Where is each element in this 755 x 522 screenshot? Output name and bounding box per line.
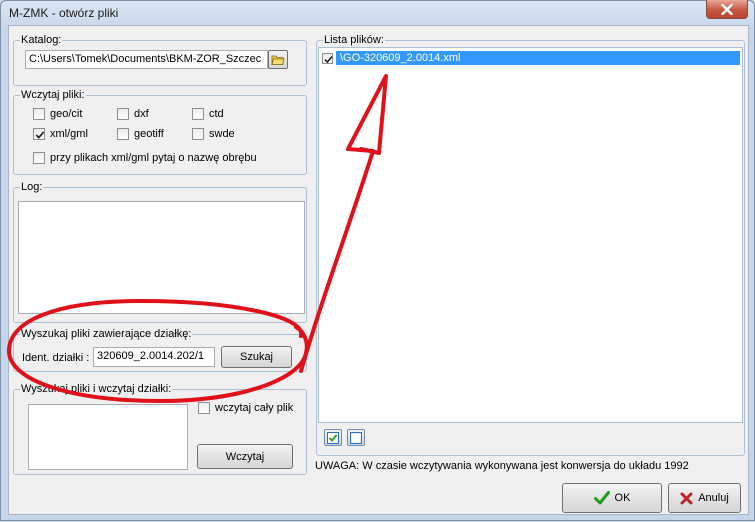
load-option[interactable]: geo/cit: [33, 108, 82, 120]
load-parcels-legend: Wyszukaj pliki i wczytaj działki:: [21, 383, 172, 395]
checkmark-icon: [324, 55, 333, 63]
catalog-path-field[interactable]: C:\Users\Tomek\Documents\BKM-ZOR_Szczec: [25, 50, 268, 69]
load-option-label: swde: [209, 128, 235, 140]
file-item-checkbox[interactable]: [322, 52, 333, 64]
load-files-legend: Wczytaj pliki:: [21, 89, 85, 101]
load-option[interactable]: swde: [192, 128, 235, 140]
load-option[interactable]: dxf: [117, 108, 149, 120]
load-option-label: ctd: [209, 108, 224, 120]
check-all-icon: [327, 431, 339, 444]
load-parcels-button-label: Wczytaj: [225, 450, 265, 463]
log-textarea[interactable]: [18, 201, 305, 314]
catalog-legend: Katalog:: [21, 34, 62, 46]
load-option[interactable]: ctd: [192, 108, 224, 120]
parcels-textarea[interactable]: [28, 404, 188, 470]
uncheck-all-icon: [350, 431, 362, 444]
folder-icon: [271, 55, 285, 65]
checkmark-icon: [35, 131, 45, 139]
load-option[interactable]: geotiff: [117, 128, 164, 140]
window-title: M-ZMK - otwórz pliki: [9, 6, 119, 20]
whole-file-checkbox[interactable]: [198, 402, 210, 414]
whole-file-option[interactable]: wczytaj cały plik: [198, 402, 293, 414]
cancel-button[interactable]: Anuluj: [668, 483, 741, 513]
dialog-window: M-ZMK - otwórz pliki Katalog: C:\Users\T…: [0, 0, 755, 521]
file-item-label: \GO-320609_2.0014.xml: [336, 51, 740, 65]
search-button-label: Szukaj: [239, 351, 274, 363]
ask-region-label: przy plikach xml/gml pytaj o nazwę obręb…: [50, 152, 257, 164]
close-button[interactable]: [706, 0, 748, 19]
parcel-ident-input[interactable]: 320609_2.0014.202/1: [93, 347, 215, 367]
load-option-checkbox[interactable]: [33, 128, 45, 140]
ask-region-checkbox[interactable]: [33, 152, 45, 164]
load-option-checkbox[interactable]: [117, 108, 129, 120]
cancel-button-label: Anuluj: [698, 492, 729, 504]
load-option-label: geo/cit: [50, 108, 83, 120]
load-option-label: dxf: [134, 108, 149, 120]
parcel-ident-label: Ident. działki :: [22, 352, 90, 364]
load-option-checkbox[interactable]: [33, 108, 45, 120]
ok-check-icon: [593, 491, 610, 505]
file-listbox[interactable]: \GO-320609_2.0014.xml: [318, 47, 743, 423]
close-icon: [721, 3, 733, 15]
title-bar[interactable]: M-ZMK - otwórz pliki: [1, 0, 754, 25]
cancel-x-icon: [680, 492, 693, 504]
load-option-checkbox[interactable]: [192, 128, 204, 140]
load-option-checkbox[interactable]: [117, 128, 129, 140]
load-parcels-button[interactable]: Wczytaj: [197, 444, 293, 469]
check-all-button[interactable]: [324, 429, 342, 446]
dialog-client: Katalog: C:\Users\Tomek\Documents\BKM-ZO…: [8, 25, 749, 515]
file-list-item[interactable]: \GO-320609_2.0014.xml: [322, 51, 740, 65]
search-button[interactable]: Szukaj: [221, 346, 292, 368]
ok-button-label: OK: [614, 492, 631, 504]
load-option-checkbox[interactable]: [192, 108, 204, 120]
ask-region-option[interactable]: przy plikach xml/gml pytaj o nazwę obręb…: [33, 152, 257, 164]
load-option[interactable]: xml/gml: [33, 128, 88, 140]
ok-button[interactable]: OK: [562, 483, 662, 513]
browse-folder-button[interactable]: [268, 50, 288, 69]
file-list-legend: Lista plików:: [324, 34, 384, 46]
load-option-label: xml/gml: [50, 128, 88, 140]
log-legend: Log:: [21, 181, 43, 193]
uncheck-all-button[interactable]: [347, 429, 365, 446]
conversion-note: UWAGA: W czasie wczytywania wykonywana j…: [315, 460, 689, 472]
whole-file-label: wczytaj cały plik: [215, 402, 294, 414]
load-option-label: geotiff: [134, 128, 164, 140]
search-parcel-legend: Wyszukaj pliki zawierające działkę:: [21, 328, 192, 340]
